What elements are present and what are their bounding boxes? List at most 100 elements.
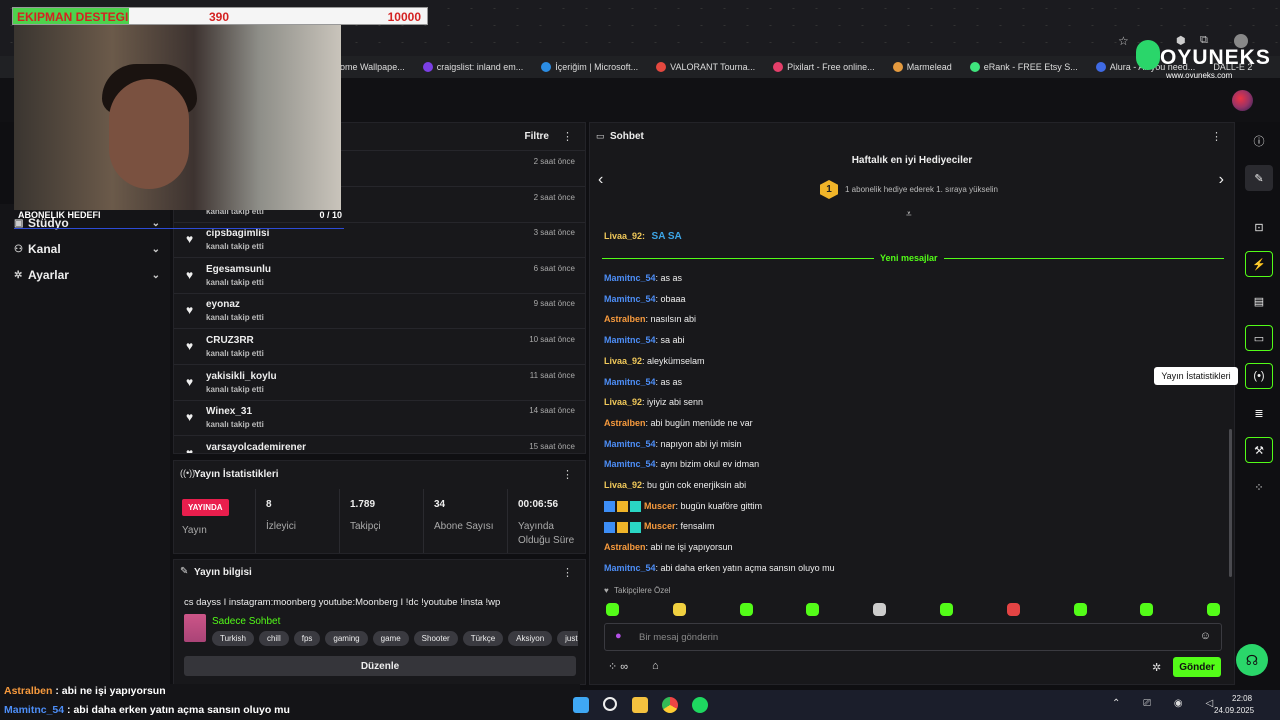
tag[interactable]: Aksiyon: [508, 631, 553, 646]
chat-username[interactable]: Mamitnc_54: [604, 439, 656, 449]
chat-message: Livaa_92: bu gün cok enerjiksin abi: [604, 480, 746, 490]
chat-username[interactable]: Mamitnc_54: [604, 377, 656, 387]
tag[interactable]: fps: [293, 631, 321, 646]
tag[interactable]: Turkish: [212, 631, 254, 646]
more-icon[interactable]: ⋮: [1211, 130, 1222, 143]
emote-icon[interactable]: [672, 603, 686, 616]
kick-logo-icon[interactable]: ⁘: [1245, 474, 1273, 500]
feed-username[interactable]: eyonaz: [206, 299, 240, 310]
next-arrow-icon[interactable]: ›: [1219, 171, 1224, 189]
emote-icon[interactable]: [940, 603, 953, 616]
avatar[interactable]: [1232, 90, 1253, 111]
lightning-icon[interactable]: ⚡: [1245, 251, 1273, 277]
tag[interactable]: game: [372, 631, 409, 646]
chat-username[interactable]: Mamitnc_54: [604, 294, 656, 304]
tag[interactable]: justchattin: [557, 631, 578, 646]
store-icon[interactable]: ⌂: [652, 660, 659, 672]
search-icon[interactable]: [603, 697, 617, 711]
more-icon[interactable]: ⋮: [562, 468, 573, 481]
bookmark-item[interactable]: craigslist: inland em...: [422, 62, 523, 73]
settings-icon[interactable]: ✲: [1152, 661, 1161, 674]
category-name[interactable]: Sadece Sohbet: [212, 616, 280, 627]
document-icon[interactable]: ▤: [1245, 288, 1273, 314]
prev-arrow-icon[interactable]: ‹: [598, 171, 603, 189]
feed-action: kanalı takip etti: [206, 420, 264, 430]
feed-username[interactable]: varsayolcademirener: [206, 442, 306, 453]
chat-scrollbar[interactable]: [1229, 429, 1232, 577]
goal-current: 390: [209, 10, 230, 24]
bookmark-item[interactable]: eRank - FREE Etsy S...: [969, 62, 1078, 73]
broadcast-icon[interactable]: (•): [1245, 363, 1273, 389]
chat-username[interactable]: Mamitnc_54: [604, 563, 656, 573]
tag[interactable]: Shooter: [413, 631, 458, 646]
chat-username[interactable]: Muscer: [644, 501, 676, 511]
feed-username[interactable]: CRUZ3RR: [206, 335, 254, 346]
chat-username[interactable]: Livaa_92: [604, 480, 642, 490]
feed-time: 2 saat önce: [533, 192, 575, 202]
mic-icon[interactable]: ●: [615, 630, 622, 642]
sidebar-item-settings[interactable]: ✲ Ayarlar ⌄: [14, 268, 160, 282]
chat-username[interactable]: Astralben: [604, 542, 646, 552]
kick-icon[interactable]: ⁘ ∞: [608, 660, 628, 673]
bookmark-item[interactable]: Pixilart - Free online...: [773, 62, 875, 73]
edit-icon[interactable]: ✎: [1245, 165, 1273, 191]
bookmark-star-icon[interactable]: ☆: [1118, 34, 1129, 48]
spotify-icon[interactable]: [692, 697, 708, 713]
webcam-feed: [14, 24, 341, 210]
emote-icon[interactable]: [1140, 603, 1154, 616]
chat-username[interactable]: Mamitnc_54: [604, 459, 656, 469]
chat-username[interactable]: Mamitnc_54: [604, 335, 656, 345]
chat-username[interactable]: Livaa_92: [604, 356, 642, 366]
collapse-icon[interactable]: ⩡: [906, 209, 912, 220]
bookmark-item[interactable]: ome Wallpape...: [340, 62, 405, 72]
feed-username[interactable]: cipsbagimlisi: [206, 228, 269, 239]
stack-icon[interactable]: ≣: [1245, 400, 1273, 426]
feed-username[interactable]: Winex_31: [206, 406, 252, 417]
emote-icon[interactable]: [739, 603, 753, 616]
chrome-icon[interactable]: [662, 697, 678, 713]
sidebar-item-channel[interactable]: ⚇ Kanal ⌄: [14, 242, 160, 256]
more-icon[interactable]: ⋮: [562, 566, 573, 579]
chat-text: : as as: [655, 376, 683, 387]
emote-icon[interactable]: [606, 603, 619, 616]
chat-username[interactable]: Astralben: [604, 314, 646, 324]
windows-start-icon[interactable]: [573, 697, 589, 713]
chat-username[interactable]: Astralben: [604, 418, 646, 428]
gear-icon: ✲: [14, 269, 23, 281]
feed-username[interactable]: Egesamsunlu: [206, 264, 271, 275]
emote-icon[interactable]: [1073, 603, 1087, 616]
bookmark-item[interactable]: Marmelead: [892, 62, 952, 73]
bookmark-item[interactable]: İçeriğim | Microsoft...: [541, 62, 638, 73]
emote-icon[interactable]: [1207, 603, 1221, 616]
chat-input[interactable]: ● Bir mesaj gönderin ☺: [604, 623, 1222, 651]
chat-bubble-icon[interactable]: ▭: [1245, 325, 1273, 351]
crown-icon: [617, 521, 628, 533]
info-icon[interactable]: ⓘ: [1245, 128, 1273, 154]
bookmark-item[interactable]: VALORANT Tourna...: [656, 62, 755, 73]
edit-button[interactable]: Düzenle: [184, 656, 576, 676]
clock-date[interactable]: 24.09.2025: [1214, 706, 1254, 715]
chat-username[interactable]: Muscer: [644, 521, 676, 531]
tag[interactable]: gaming: [325, 631, 368, 646]
folder-icon[interactable]: [632, 697, 648, 713]
chat-username[interactable]: Livaa_92: [604, 397, 642, 407]
more-icon[interactable]: ⋮: [562, 130, 573, 143]
wrench-icon[interactable]: ⚒: [1245, 437, 1273, 463]
emoji-icon[interactable]: ☺: [1200, 630, 1211, 642]
chat-username[interactable]: Mamitnc_54: [604, 273, 656, 283]
clock-time[interactable]: 22:08: [1232, 694, 1252, 703]
badge-icon: [604, 500, 615, 512]
support-button[interactable]: ☊: [1236, 644, 1268, 676]
emote-icon[interactable]: [873, 603, 887, 616]
heart-icon: ♥: [186, 410, 194, 425]
emote-icon[interactable]: [806, 603, 820, 616]
screen-icon[interactable]: ⊡: [1245, 214, 1273, 240]
tag[interactable]: chill: [258, 631, 289, 646]
filter-button[interactable]: Filtre: [525, 131, 549, 142]
feed-username[interactable]: yakisikli_koylu: [206, 371, 277, 382]
feed-action: kanalı takip etti: [206, 313, 264, 323]
tray-icons[interactable]: ⌃ ⎚ ◉ ◁: [1112, 698, 1223, 709]
tag[interactable]: Türkçe: [462, 631, 504, 646]
send-button[interactable]: Gönder: [1173, 657, 1221, 677]
emote-icon[interactable]: [1006, 603, 1020, 616]
